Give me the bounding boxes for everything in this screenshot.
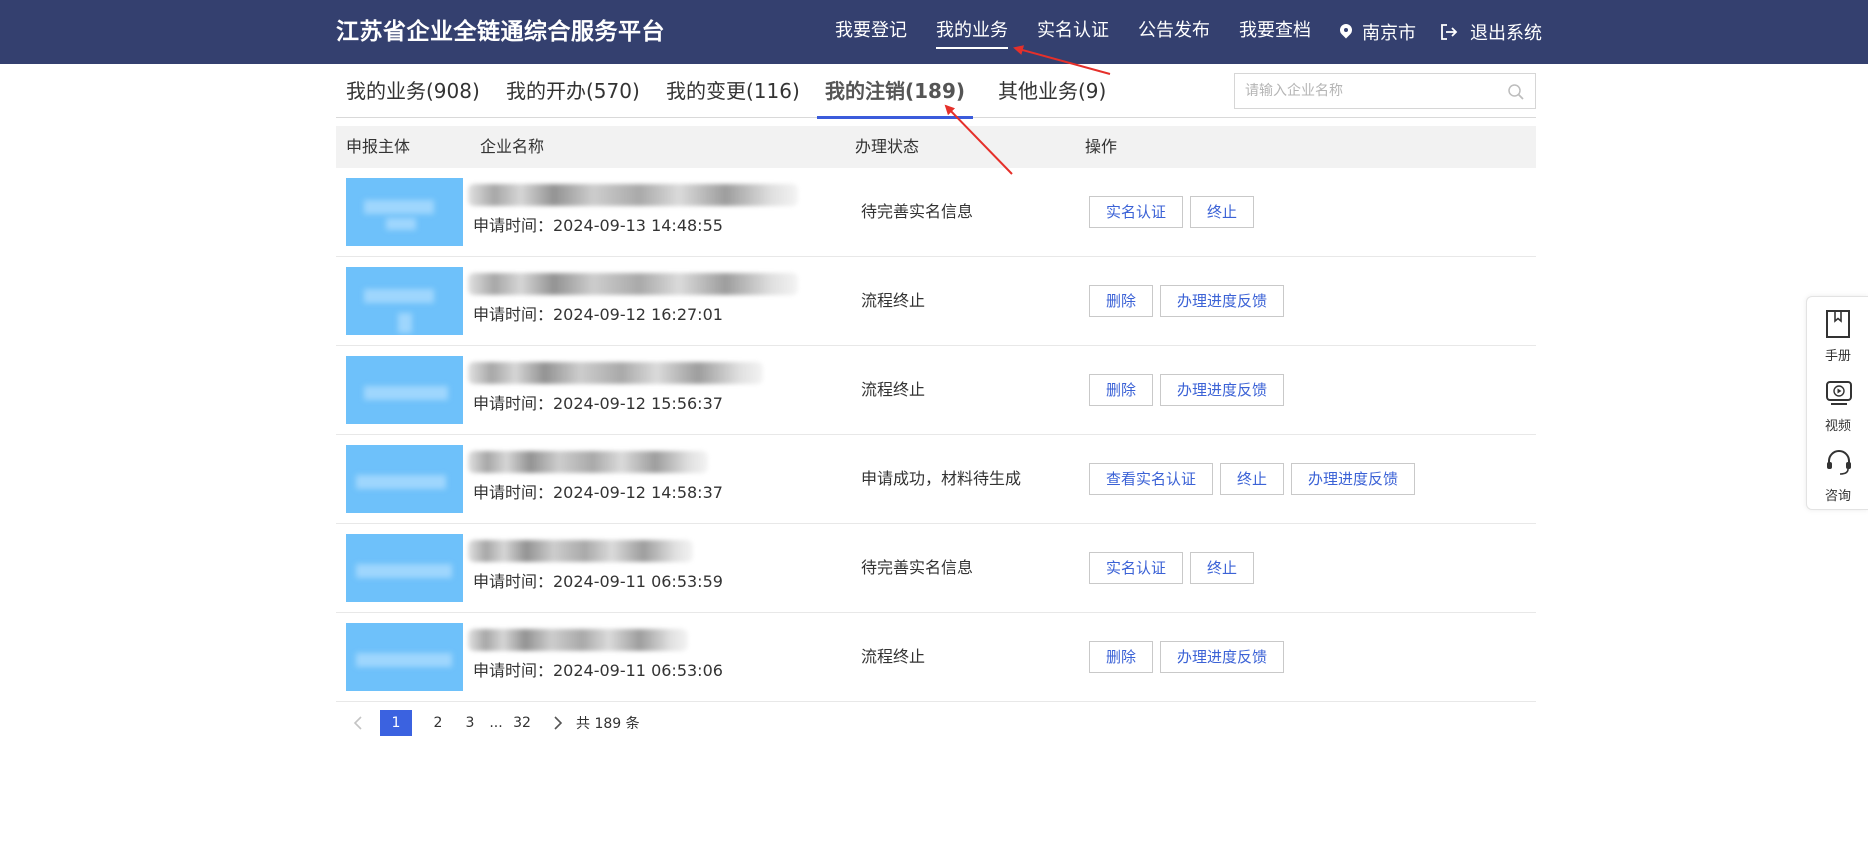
row-actions: 删除 办理进度反馈: [1089, 285, 1285, 317]
location-pin-icon: [1340, 24, 1352, 40]
pagination: 1 2 3 ... 32 共 189 条: [346, 710, 640, 736]
video-button[interactable]: 视频: [1807, 371, 1868, 441]
chevron-left-icon: [353, 716, 362, 730]
table-row: 申请时间：2024-09-13 14:48:55 待完善实名信息 实名认证 终止: [336, 168, 1536, 257]
progress-feedback-button[interactable]: 办理进度反馈: [1160, 641, 1285, 673]
terminate-button[interactable]: 终止: [1190, 552, 1255, 584]
progress-feedback-button[interactable]: 办理进度反馈: [1291, 463, 1416, 495]
applicant-thumbnail: [346, 267, 463, 335]
progress-feedback-button[interactable]: 办理进度反馈: [1160, 374, 1285, 406]
platform-title: 江苏省企业全链通综合服务平台: [336, 19, 665, 45]
headset-icon: [1827, 450, 1851, 475]
applicant-thumbnail: [346, 356, 463, 424]
company-name-redacted: [468, 184, 798, 206]
apply-time: 申请时间：2024-09-11 06:53:59: [473, 572, 723, 591]
company-name-redacted: [468, 362, 763, 384]
location-selector[interactable]: 南京市: [1340, 19, 1416, 45]
page-number[interactable]: 1: [380, 710, 412, 736]
table-row: 申请时间：2024-09-12 14:58:37 申请成功，材料待生成 查看实名…: [336, 435, 1536, 524]
tab-my-change[interactable]: 我的变更(116): [666, 64, 800, 118]
table-row: 申请时间：2024-09-11 06:53:59 待完善实名信息 实名认证 终止: [336, 524, 1536, 613]
applicant-thumbnail: [346, 623, 463, 691]
video-icon: [1826, 381, 1852, 405]
consult-label: 咨询: [1824, 489, 1851, 504]
table-row: 申请时间：2024-09-12 16:27:01 流程终止 删除 办理进度反馈: [336, 257, 1536, 346]
logout-button[interactable]: 退出系统: [1440, 19, 1542, 45]
book-icon: [1826, 310, 1850, 338]
apply-time: 申请时间：2024-09-12 15:56:37: [473, 394, 723, 413]
row-actions: 实名认证 终止: [1089, 552, 1255, 584]
delete-button[interactable]: 删除: [1089, 641, 1154, 673]
next-page-button[interactable]: [546, 710, 570, 736]
applicant-thumbnail: [346, 178, 463, 246]
page-number[interactable]: 32: [506, 710, 538, 736]
company-name-redacted: [468, 273, 798, 295]
row-actions: 删除 办理进度反馈: [1089, 641, 1285, 673]
nav-register[interactable]: 我要登记: [835, 0, 907, 64]
location-label: 南京市: [1362, 23, 1416, 44]
company-name-redacted: [468, 540, 693, 562]
applicant-thumbnail: [346, 445, 463, 513]
search-icon[interactable]: [1507, 83, 1525, 101]
apply-time: 申请时间：2024-09-12 14:58:37: [473, 483, 723, 502]
business-table: 申报主体 企业名称 办理状态 操作 申请时间：2024-09-13 14:48:…: [336, 126, 1536, 702]
status-text: 待完善实名信息: [861, 558, 974, 577]
table-row: 申请时间：2024-09-12 15:56:37 流程终止 删除 办理进度反馈: [336, 346, 1536, 435]
delete-button[interactable]: 删除: [1089, 374, 1154, 406]
progress-feedback-button[interactable]: 办理进度反馈: [1160, 285, 1285, 317]
tab-my-cancellation[interactable]: 我的注销(189): [816, 64, 974, 119]
apply-time: 申请时间：2024-09-12 16:27:01: [473, 305, 723, 324]
applicant-thumbnail: [346, 534, 463, 602]
status-text: 流程终止: [861, 380, 926, 399]
apply-time: 申请时间：2024-09-11 06:53:06: [473, 661, 723, 680]
col-status: 办理状态: [855, 137, 920, 156]
terminate-button[interactable]: 终止: [1220, 463, 1285, 495]
manual-label: 手册: [1824, 349, 1851, 364]
logout-icon: [1441, 24, 1458, 40]
main-nav: 我要登记 我的业务 实名认证 公告发布 我要查档 南京市 退出系统: [835, 0, 1542, 64]
tab-my-business[interactable]: 我的业务(908): [346, 64, 480, 118]
manual-button[interactable]: 手册: [1807, 301, 1868, 371]
table-header: 申报主体 企业名称 办理状态 操作: [336, 126, 1536, 168]
row-actions: 实名认证 终止: [1089, 196, 1255, 228]
row-actions: 查看实名认证 终止 办理进度反馈: [1089, 463, 1416, 495]
col-company-name: 企业名称: [480, 137, 545, 156]
terminate-button[interactable]: 终止: [1190, 196, 1255, 228]
logout-label: 退出系统: [1470, 23, 1542, 44]
tab-other-business[interactable]: 其他业务(9): [998, 64, 1106, 118]
chevron-right-icon: [554, 716, 563, 730]
col-applicant: 申报主体: [346, 137, 411, 156]
status-text: 流程终止: [861, 647, 926, 666]
status-text: 申请成功，材料待生成: [861, 469, 1022, 488]
table-row: 申请时间：2024-09-11 06:53:06 流程终止 删除 办理进度反馈: [336, 613, 1536, 702]
company-name-redacted: [468, 629, 688, 651]
consult-button[interactable]: 咨询: [1807, 441, 1868, 511]
col-actions: 操作: [1085, 137, 1118, 156]
page-number[interactable]: 3: [454, 710, 486, 736]
status-text: 流程终止: [861, 291, 926, 310]
real-name-auth-button[interactable]: 实名认证: [1089, 196, 1184, 228]
delete-button[interactable]: 删除: [1089, 285, 1154, 317]
total-count: 共 189 条: [576, 716, 640, 732]
company-search: [1234, 73, 1536, 109]
video-label: 视频: [1824, 419, 1851, 434]
nav-announcement[interactable]: 公告发布: [1138, 0, 1210, 64]
top-header: 江苏省企业全链通综合服务平台 我要登记 我的业务 实名认证 公告发布 我要查档 …: [0, 0, 1868, 64]
apply-time: 申请时间：2024-09-13 14:48:55: [473, 216, 723, 235]
view-real-name-auth-button[interactable]: 查看实名认证: [1089, 463, 1214, 495]
company-name-redacted: [468, 451, 708, 473]
tab-my-setup[interactable]: 我的开办(570): [506, 64, 640, 118]
real-name-auth-button[interactable]: 实名认证: [1089, 552, 1184, 584]
prev-page-button[interactable]: [346, 710, 370, 736]
search-input[interactable]: [1235, 74, 1535, 108]
status-text: 待完善实名信息: [861, 202, 974, 221]
nav-real-name-auth[interactable]: 实名认证: [1037, 0, 1109, 64]
page-number[interactable]: 2: [422, 710, 454, 736]
page-ellipsis[interactable]: ...: [486, 715, 506, 731]
help-side-panel: 手册 视频 咨询: [1806, 296, 1868, 510]
nav-my-business[interactable]: 我的业务: [936, 0, 1008, 64]
nav-archive-query[interactable]: 我要查档: [1239, 0, 1311, 64]
row-actions: 删除 办理进度反馈: [1089, 374, 1285, 406]
